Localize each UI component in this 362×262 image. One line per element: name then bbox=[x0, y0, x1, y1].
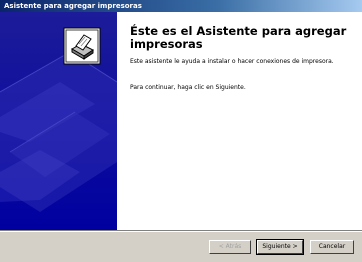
wizard-content: Éste es el Asistente para agregar impres… bbox=[117, 12, 362, 230]
next-button[interactable]: Siguiente > bbox=[256, 239, 304, 255]
wizard-instruction: Para continuar, haga clic en Siguiente. bbox=[130, 84, 246, 91]
wizard-side-panel bbox=[0, 12, 117, 230]
cancel-button[interactable]: Cancelar bbox=[310, 240, 354, 254]
button-separator bbox=[0, 230, 362, 232]
wizard-heading: Éste es el Asistente para agregar impres… bbox=[130, 24, 347, 51]
wizard-window: Asistente para agregar impresoras Éste e… bbox=[0, 0, 362, 262]
wizard-description: Este asistente le ayuda a instalar o hac… bbox=[130, 58, 334, 65]
back-button[interactable]: < Atrás bbox=[209, 240, 251, 254]
title-bar: Asistente para agregar impresoras bbox=[0, 0, 362, 12]
printer-icon bbox=[63, 27, 101, 65]
window-title: Asistente para agregar impresoras bbox=[4, 2, 142, 10]
